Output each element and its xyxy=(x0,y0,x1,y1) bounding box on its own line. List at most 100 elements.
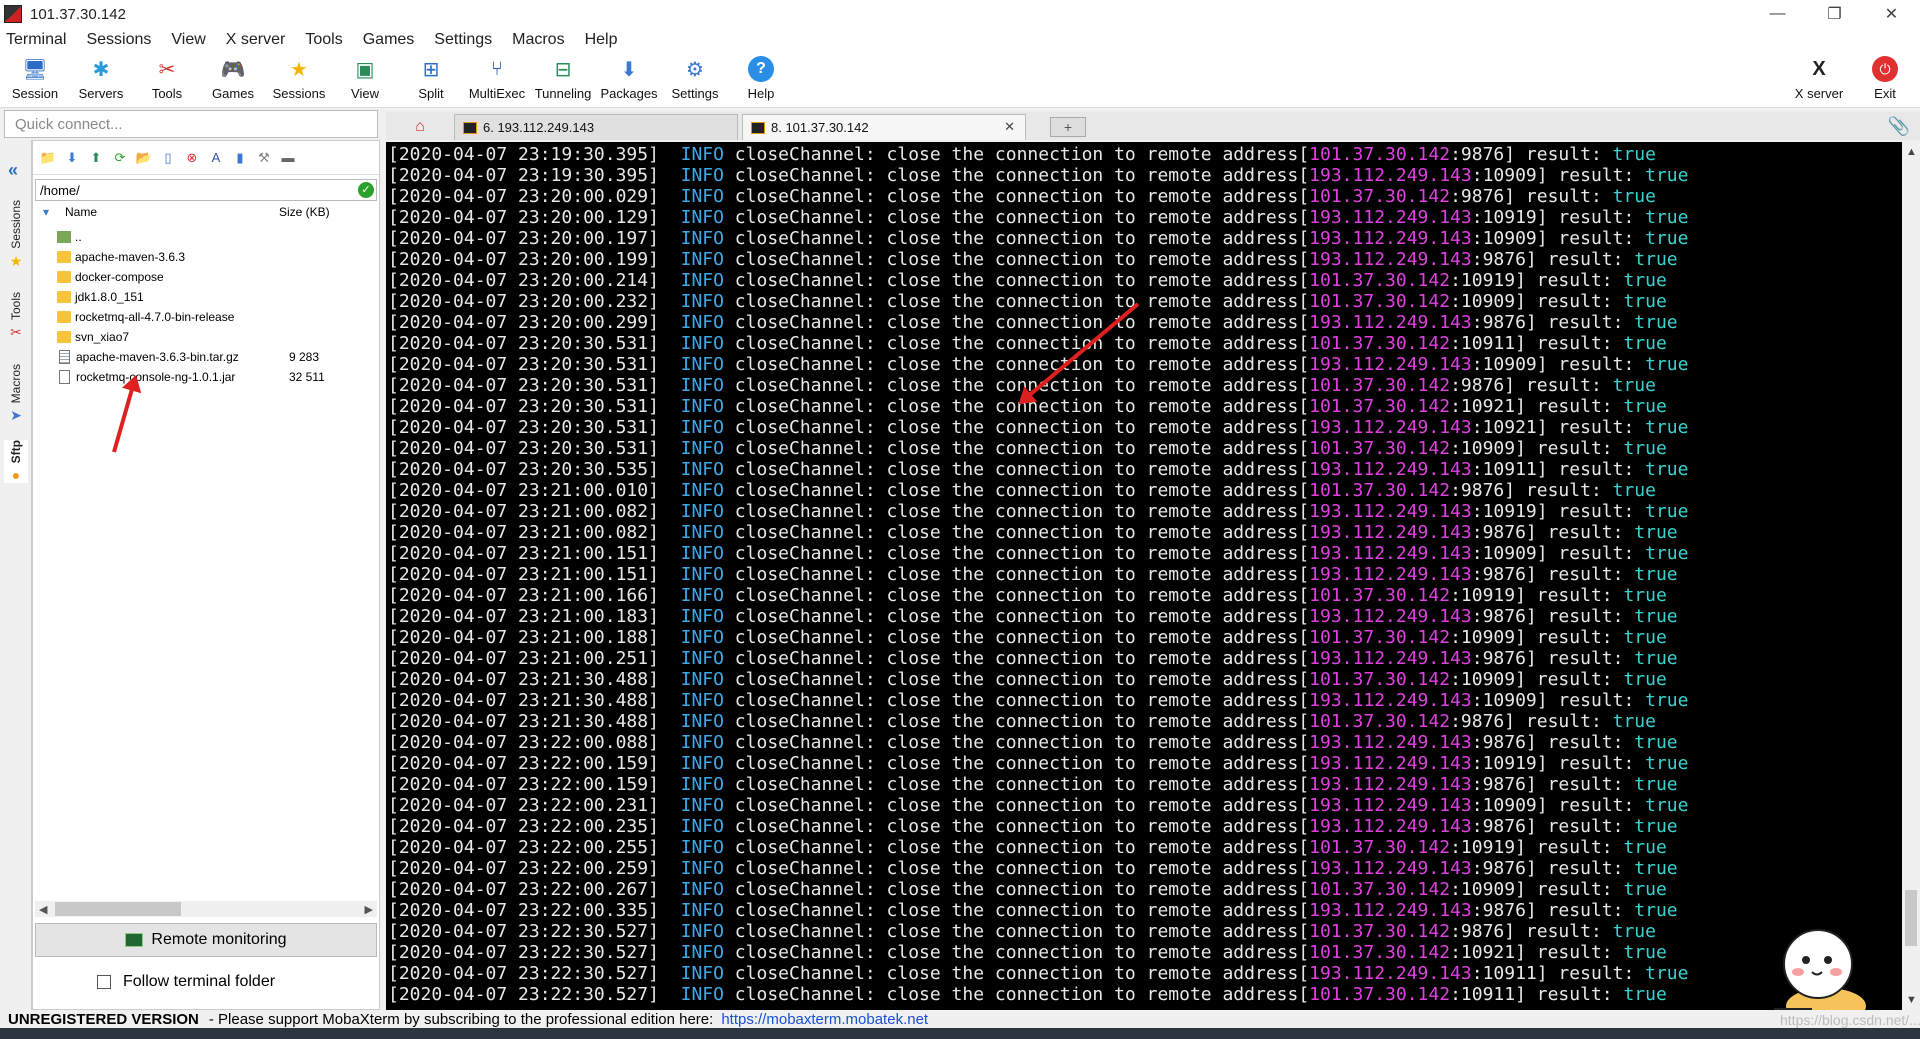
log-message: closeChannel: close the connection to re… xyxy=(723,165,1310,186)
column-size[interactable]: Size (KB) xyxy=(279,205,379,225)
xserver-button[interactable]: X X server xyxy=(1786,56,1852,102)
multiexec-icon: ⑂ xyxy=(491,57,503,80)
file-row[interactable]: apache-maven-3.6.3-bin.tar.gz 9 283 xyxy=(33,347,379,367)
checkbox[interactable] xyxy=(97,975,111,989)
log-port: :10911] result: xyxy=(1471,963,1646,984)
file-row[interactable]: apache-maven-3.6.3 xyxy=(33,247,379,267)
menu-macros[interactable]: Macros xyxy=(512,31,564,49)
column-name[interactable]: Name xyxy=(33,205,279,225)
log-timestamp: [2020-04-07 23:22:00.231] xyxy=(388,795,681,816)
delete-icon[interactable]: ⊗ xyxy=(183,149,201,167)
remote-monitoring-button[interactable]: Remote monitoring xyxy=(35,923,377,957)
refresh-icon[interactable]: ⟳ xyxy=(111,149,129,167)
sidetab-macros[interactable]: Macros ➤ xyxy=(4,364,28,424)
log-message: closeChannel: close the connection to re… xyxy=(723,501,1310,522)
menu-terminal[interactable]: Terminal xyxy=(6,31,66,49)
log-ip: 193.112.249.143 xyxy=(1309,354,1472,375)
tab-session-8[interactable]: 8. 101.37.30.142 ✕ xyxy=(742,114,1026,140)
upload-icon[interactable]: ⬆ xyxy=(87,149,105,167)
menu-tools[interactable]: Tools xyxy=(305,31,342,49)
folder-up-icon[interactable]: 📁 xyxy=(39,149,57,167)
permissions-icon[interactable]: ▮ xyxy=(231,149,249,167)
menu-settings[interactable]: Settings xyxy=(434,31,492,49)
menu-games[interactable]: Games xyxy=(363,31,415,49)
log-message: closeChannel: close the connection to re… xyxy=(723,270,1310,291)
log-timestamp: [2020-04-07 23:21:30.488] xyxy=(388,669,681,690)
file-row[interactable]: rocketmq-all-4.7.0-bin-release xyxy=(33,307,379,327)
sidetab-sessions[interactable]: Sessions ★ xyxy=(4,200,28,270)
file-row[interactable]: svn_xiao7 xyxy=(33,327,379,347)
sessions-button[interactable]: ★ Sessions xyxy=(266,56,332,102)
settings-button[interactable]: ⚙ Settings xyxy=(662,56,728,102)
log-level: INFO xyxy=(680,522,724,543)
tools-button[interactable]: ✂ Tools xyxy=(134,56,200,102)
file-row[interactable]: rocketmq-console-ng-1.0.1.jar 32 511 xyxy=(33,367,379,387)
file-row[interactable]: jdk1.8.0_151 xyxy=(33,287,379,307)
paperclip-icon[interactable]: 📎 xyxy=(1888,116,1910,137)
collapse-sidebar-icon[interactable]: « xyxy=(8,160,18,181)
scroll-down-icon[interactable]: ▼ xyxy=(1906,994,1917,1006)
mobaxterm-link[interactable]: https://mobaxterm.mobatek.net xyxy=(721,1011,928,1028)
log-ip: 193.112.249.143 xyxy=(1309,732,1472,753)
follow-terminal-folder-checkbox[interactable]: Follow terminal folder xyxy=(97,973,275,991)
new-folder-icon[interactable]: 📂 xyxy=(135,149,153,167)
servers-button[interactable]: ✱ Servers xyxy=(68,56,134,102)
log-result: true xyxy=(1634,249,1678,270)
minimize-button[interactable]: — xyxy=(1749,0,1806,28)
log-message: closeChannel: close the connection to re… xyxy=(723,879,1310,900)
exit-button[interactable]: ⏻ Exit xyxy=(1852,56,1918,101)
settings-wrench-icon[interactable]: ⚒ xyxy=(255,149,273,167)
menu-xserver[interactable]: X server xyxy=(226,31,286,49)
log-level: INFO xyxy=(680,207,724,228)
log-port: :9876] result: xyxy=(1471,900,1635,921)
new-file-icon[interactable]: ▯ xyxy=(159,149,177,167)
terminal-line: [2020-04-07 23:22:00.235] INFO closeChan… xyxy=(388,816,1902,837)
split-button[interactable]: ⊞ Split xyxy=(398,56,464,102)
log-level: INFO xyxy=(680,165,724,186)
terminal-line: [2020-04-07 23:21:00.151] INFO closeChan… xyxy=(388,564,1902,585)
file-row[interactable]: .. xyxy=(33,227,379,247)
scroll-thumb[interactable] xyxy=(55,902,181,916)
session-button[interactable]: 🖥 Session xyxy=(2,56,68,102)
packages-button[interactable]: ⬇ Packages xyxy=(596,56,662,102)
sidetab-sftp[interactable]: Sftp ● xyxy=(4,440,28,484)
terminal-output[interactable]: [2020-04-07 23:19:30.395] INFO closeChan… xyxy=(386,142,1902,1010)
new-tab-button[interactable]: + xyxy=(1050,117,1086,137)
log-message: closeChannel: close the connection to re… xyxy=(723,900,1310,921)
path-ok-icon[interactable]: ✓ xyxy=(358,182,374,198)
log-message: closeChannel: close the connection to re… xyxy=(723,585,1310,606)
path-input[interactable]: /home/ ✓ xyxy=(35,179,377,201)
log-level: INFO xyxy=(680,921,724,942)
menu-sessions[interactable]: Sessions xyxy=(86,31,151,49)
maximize-button[interactable]: ❐ xyxy=(1806,0,1863,28)
menu-view[interactable]: View xyxy=(171,31,205,49)
terminal-line: [2020-04-07 23:22:00.255] INFO closeChan… xyxy=(388,837,1902,858)
quick-connect-input[interactable]: Quick connect... xyxy=(4,110,378,138)
log-ip: 101.37.30.142 xyxy=(1309,711,1451,732)
vertical-scrollbar[interactable]: ▲ ▼ xyxy=(1902,142,1920,1010)
view-button[interactable]: ▣ View xyxy=(332,56,398,102)
help-button[interactable]: ? Help xyxy=(728,56,794,101)
close-tab-icon[interactable]: ✕ xyxy=(1004,119,1015,135)
scroll-right-icon[interactable]: ▶ xyxy=(365,903,373,916)
folder-icon xyxy=(57,251,71,263)
home-tab[interactable]: ⌂ xyxy=(402,114,438,140)
terminal-small-icon[interactable]: ▬ xyxy=(279,149,297,167)
close-button[interactable]: ✕ xyxy=(1863,0,1920,28)
terminal-line: [2020-04-07 23:22:00.259] INFO closeChan… xyxy=(388,858,1902,879)
scroll-thumb[interactable] xyxy=(1905,890,1917,946)
scroll-up-icon[interactable]: ▲ xyxy=(1906,146,1917,158)
rename-icon[interactable]: A xyxy=(207,149,225,167)
tab-session-6[interactable]: 6. 193.112.249.143 xyxy=(454,114,738,140)
log-result: true xyxy=(1645,165,1689,186)
menu-help[interactable]: Help xyxy=(585,31,618,49)
games-button[interactable]: 🎮 Games xyxy=(200,56,266,102)
horizontal-scrollbar[interactable]: ◀ ▶ xyxy=(35,901,377,917)
terminal-line: [2020-04-07 23:21:30.488] INFO closeChan… xyxy=(388,669,1902,690)
download-icon[interactable]: ⬇ xyxy=(63,149,81,167)
scroll-left-icon[interactable]: ◀ xyxy=(39,903,47,916)
tunneling-button[interactable]: ⊟ Tunneling xyxy=(530,56,596,102)
file-row[interactable]: docker-compose xyxy=(33,267,379,287)
sidetab-tools[interactable]: Tools ✂ xyxy=(4,292,28,341)
multiexec-button[interactable]: ⑂ MultiExec xyxy=(464,56,530,102)
